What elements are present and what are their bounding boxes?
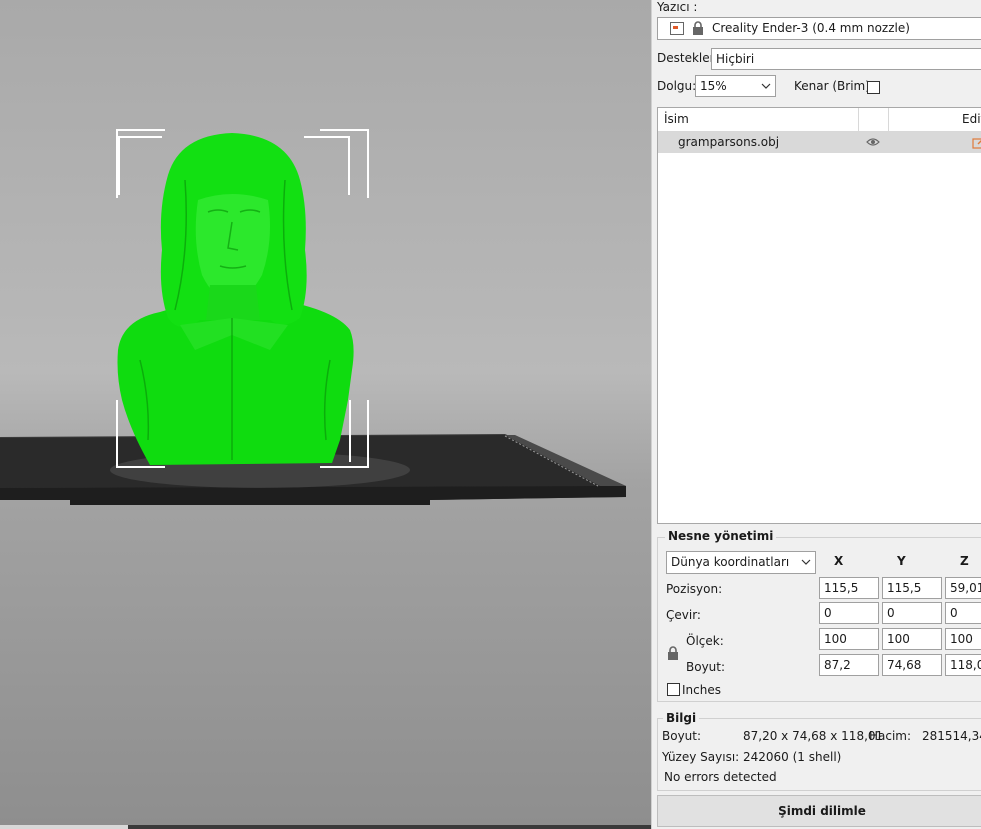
rotation-label: Çevir:: [666, 608, 701, 622]
printer-icon: [670, 22, 684, 35]
object-manipulation-title: Nesne yönetimi: [665, 529, 777, 543]
rotation-x-input[interactable]: 0: [819, 602, 879, 624]
edit-icon[interactable]: [972, 136, 981, 153]
infill-value: 15%: [700, 79, 727, 93]
brim-label: Kenar (Brim):: [794, 79, 874, 93]
lock-icon: [692, 21, 704, 36]
info-facets-label: Yüzey Sayısı:: [662, 750, 740, 764]
supports-label: Destekler:: [657, 51, 719, 65]
inches-label: Inches: [682, 683, 721, 697]
chevron-down-icon: [801, 553, 811, 573]
printer-select[interactable]: Creality Ender-3 (0.4 mm nozzle): [657, 17, 981, 40]
3d-viewport[interactable]: [0, 0, 651, 829]
scale-label: Ölçek:: [686, 634, 724, 648]
scale-y-input[interactable]: 100: [882, 628, 942, 650]
size-y-input[interactable]: 74,68: [882, 654, 942, 676]
supports-select[interactable]: Hiçbiri: [711, 48, 981, 70]
object-list-header: İsim Edit: [658, 108, 981, 132]
infill-select[interactable]: 15%: [695, 75, 776, 97]
info-title: Bilgi: [663, 711, 700, 725]
printer-label: Yazıcı :: [657, 0, 698, 14]
info-size-label: Boyut:: [662, 729, 702, 743]
column-edit[interactable]: Edit: [962, 112, 981, 126]
infill-label: Dolgu:: [657, 79, 697, 93]
coord-system-value: Dünya koordinatları: [671, 555, 790, 569]
list-item[interactable]: gramparsons.obj: [658, 132, 981, 153]
supports-value: Hiçbiri: [716, 52, 755, 66]
status-strip: [0, 825, 651, 829]
model-bust[interactable]: [117, 133, 354, 465]
inches-checkbox[interactable]: [667, 683, 680, 696]
rotation-z-input[interactable]: 0: [945, 602, 981, 624]
info-facets-value: 242060 (1 shell): [743, 750, 842, 764]
size-x-input[interactable]: 87,2: [819, 654, 879, 676]
position-x-input[interactable]: 115,5: [819, 577, 879, 599]
rotation-y-input[interactable]: 0: [882, 602, 942, 624]
position-label: Pozisyon:: [666, 582, 723, 596]
size-z-input[interactable]: 118,01: [945, 654, 981, 676]
info-volume-value: 281514,34: [922, 729, 981, 743]
axis-x-header: X: [834, 554, 844, 568]
brim-checkbox[interactable]: [867, 81, 880, 94]
scene: [0, 129, 626, 505]
size-label: Boyut:: [686, 660, 726, 674]
info-volume-label: Hacim:: [869, 729, 912, 743]
scale-z-input[interactable]: 100: [945, 628, 981, 650]
info-errors: No errors detected: [664, 770, 777, 784]
settings-panel: Yazıcı : Creality Ender-3 (0.4 mm nozzle…: [651, 0, 981, 829]
eye-icon[interactable]: [866, 136, 880, 151]
column-name[interactable]: İsim: [664, 112, 689, 126]
axis-y-header: Y: [897, 554, 906, 568]
coord-system-select[interactable]: Dünya koordinatları: [666, 551, 816, 574]
axis-z-header: Z: [960, 554, 969, 568]
object-list[interactable]: İsim Edit gramparsons.obj: [657, 107, 981, 524]
position-y-input[interactable]: 115,5: [882, 577, 942, 599]
scale-x-input[interactable]: 100: [819, 628, 879, 650]
chevron-down-icon: [761, 77, 771, 96]
position-z-input[interactable]: 59,01: [945, 577, 981, 599]
object-name: gramparsons.obj: [678, 135, 780, 149]
slice-now-button[interactable]: Şimdi dilimle: [657, 795, 981, 827]
printer-selected: Creality Ender-3 (0.4 mm nozzle): [712, 21, 910, 35]
info-size-value: 87,20 x 74,68 x 118,01: [743, 729, 884, 743]
scale-lock-icon[interactable]: [667, 646, 679, 664]
